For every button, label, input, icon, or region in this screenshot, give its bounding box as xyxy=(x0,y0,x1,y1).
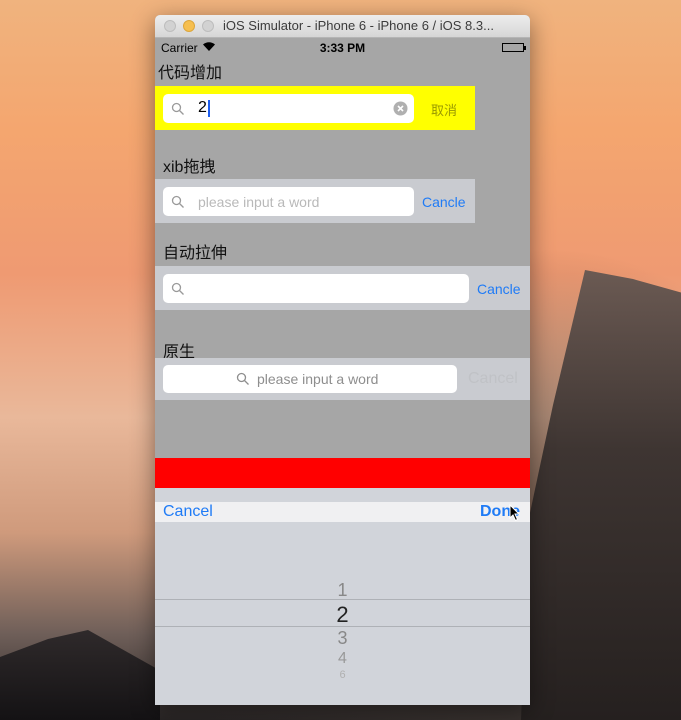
search-bar-xib: please input a word Cancle xyxy=(155,179,475,223)
search-input-code[interactable]: 2 xyxy=(198,99,207,117)
desktop-mountain xyxy=(521,270,681,720)
clear-icon[interactable] xyxy=(393,101,408,116)
search-icon xyxy=(171,102,184,115)
text-cursor xyxy=(208,100,210,117)
cancel-button-native[interactable]: Cancel xyxy=(468,370,518,388)
search-placeholder-native: please input a word xyxy=(257,371,379,387)
window-title: iOS Simulator - iPhone 6 - iPhone 6 / iO… xyxy=(223,18,494,33)
search-bar-autoresize: Cancle xyxy=(155,266,530,310)
minimize-window-button[interactable] xyxy=(183,20,195,32)
search-bar-native: please input a word Cancel xyxy=(155,358,530,400)
section-label-autoresize: 自动拉伸 xyxy=(163,245,228,262)
search-field-xib[interactable]: please input a word xyxy=(163,187,414,216)
picker-row[interactable]: 4 xyxy=(155,650,530,668)
search-icon xyxy=(171,282,184,295)
desktop-mountain-left xyxy=(0,630,160,720)
battery-icon xyxy=(502,43,526,52)
mouse-cursor-icon xyxy=(509,504,521,522)
section-label-xib: xib拖拽 xyxy=(163,159,216,176)
iphone-screen: Carrier 3:33 PM 代码增加 2 取消 xib拖拽 please i… xyxy=(155,38,530,705)
picker-toolbar: Cancel Done xyxy=(155,502,530,522)
search-bar-code: 2 取消 xyxy=(155,86,475,130)
red-accessory-view xyxy=(155,458,530,488)
search-field-autoresize[interactable] xyxy=(163,274,469,303)
picker-row-selected[interactable]: 2 xyxy=(155,602,530,628)
close-window-button[interactable] xyxy=(164,20,176,32)
simulator-window: iOS Simulator - iPhone 6 - iPhone 6 / iO… xyxy=(155,15,530,705)
picker-input-view: Cancel Done 1 2 3 4 6 xyxy=(155,488,530,705)
picker-row[interactable]: 3 xyxy=(155,628,530,649)
picker-row[interactable]: 1 xyxy=(155,580,530,601)
zoom-window-button[interactable] xyxy=(202,20,214,32)
search-placeholder-xib: please input a word xyxy=(198,194,320,210)
window-titlebar[interactable]: iOS Simulator - iPhone 6 - iPhone 6 / iO… xyxy=(155,15,530,38)
search-icon xyxy=(236,372,249,385)
cancel-button-xib[interactable]: Cancle xyxy=(422,194,466,210)
section-label-code: 代码增加 xyxy=(158,65,223,82)
status-bar: Carrier 3:33 PM xyxy=(155,38,530,58)
status-time: 3:33 PM xyxy=(319,41,366,55)
cancel-button-code[interactable]: 取消 xyxy=(431,100,457,119)
search-field-native[interactable]: please input a word xyxy=(163,365,457,393)
picker-cancel-button[interactable]: Cancel xyxy=(163,503,213,521)
picker-row[interactable]: 6 xyxy=(155,669,530,681)
search-field-code[interactable]: 2 xyxy=(163,94,414,123)
search-icon xyxy=(171,195,184,208)
cancel-button-autoresize[interactable]: Cancle xyxy=(477,281,521,297)
